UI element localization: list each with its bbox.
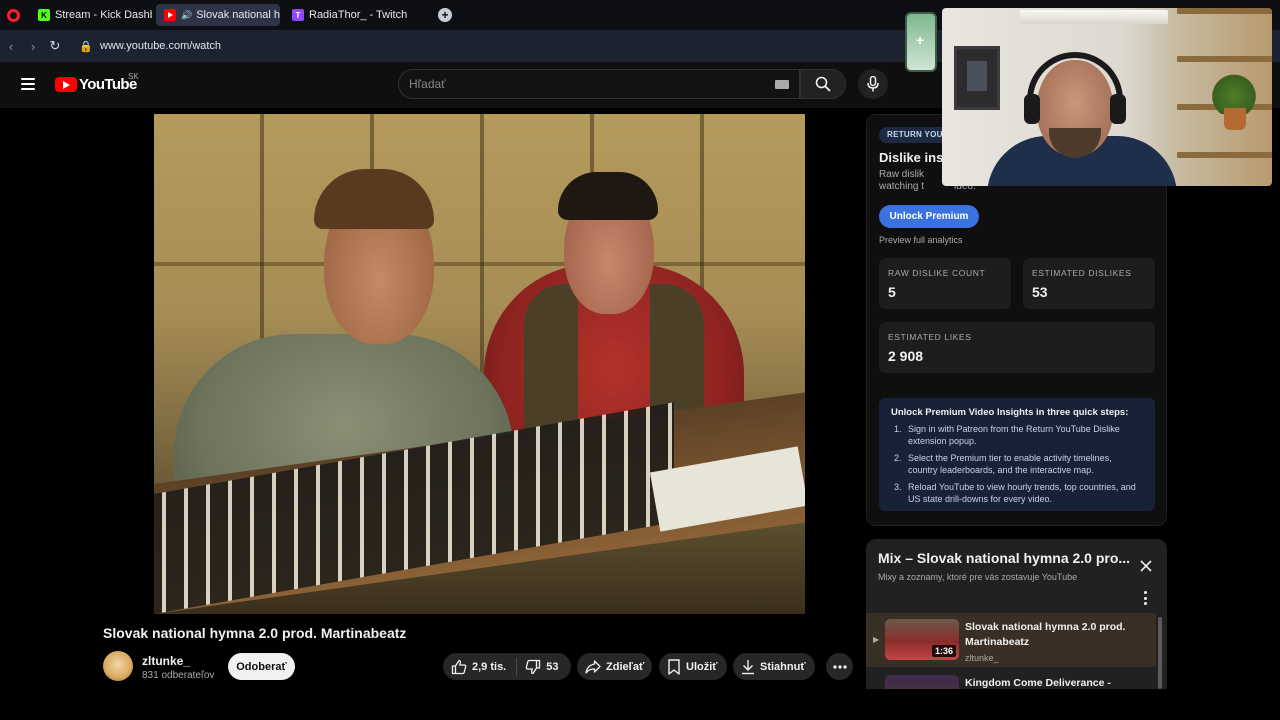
search-button[interactable] <box>800 69 846 99</box>
download-icon <box>742 659 754 674</box>
youtube-icon <box>164 9 176 21</box>
more-vertical-icon[interactable] <box>1142 591 1148 605</box>
estimated-dislikes-value: 53 <box>1032 284 1048 300</box>
menu-icon[interactable] <box>21 78 35 90</box>
mix-playlist-panel: Mix – Slovak national hymna 2.0 pro... M… <box>866 539 1167 689</box>
search-box <box>398 69 800 99</box>
light-fixture <box>1020 10 1168 24</box>
playlist-thumbnail <box>885 675 959 689</box>
new-tab-button[interactable]: + <box>438 8 452 22</box>
iv-bag-icon <box>905 12 937 72</box>
video-duration: 1:36 <box>931 645 956 657</box>
playlist-item[interactable]: ▶ 1:36 Slovak national hymna 2.0 prod. M… <box>866 613 1156 667</box>
share-icon <box>585 659 601 674</box>
share-button[interactable]: Zdieľať <box>577 653 652 680</box>
download-button[interactable]: Stiahnuť <box>733 653 815 680</box>
playlist-item-title: Kingdom Come Deliverance - <box>965 677 1111 689</box>
tab-twitch[interactable]: T RadiaThor_ - Twitch <box>284 4 410 26</box>
channel-avatar[interactable] <box>103 651 133 681</box>
video-player[interactable] <box>103 114 853 614</box>
download-label: Stiahnuť <box>760 660 806 673</box>
voice-search-button[interactable] <box>858 69 888 99</box>
mix-subtitle: Mixy a zoznamy, ktoré pre vás zostavuje … <box>878 572 1078 582</box>
steps-heading: Unlock Premium Video Insights in three q… <box>891 407 1129 418</box>
step-item: 2. Select the Premium tier to enable acti… <box>894 453 1112 475</box>
wall-picture <box>954 46 1000 110</box>
playlist-item-title: Slovak national hymna 2.0 prod. Martinab… <box>965 621 1126 648</box>
estimated-dislikes-label: ESTIMATED DISLIKES <box>1032 268 1132 278</box>
step-item: 1. Sign in with Patreon from the Return Y… <box>894 424 1120 446</box>
estimated-likes-card: ESTIMATED LIKES 2 908 <box>879 322 1155 373</box>
speaker-icon[interactable]: 🔊 <box>181 10 192 21</box>
back-icon[interactable]: ‹ <box>0 39 22 54</box>
close-icon[interactable] <box>1139 559 1153 573</box>
ryd-desc-line-2: watching t <box>879 181 925 192</box>
search-icon <box>815 76 831 92</box>
youtube-logo[interactable]: YouTube <box>55 76 137 93</box>
dislike-button[interactable]: 53 <box>521 659 559 675</box>
url-field[interactable]: www.youtube.com/watch <box>100 40 221 52</box>
twitch-icon: T <box>292 9 304 21</box>
thumbs-down-icon <box>525 659 541 674</box>
more-actions-button[interactable] <box>826 653 853 680</box>
step-item: 3. Reload YouTube to view hourly trends, … <box>894 482 1136 504</box>
tab-kick-dashboard[interactable]: K Stream - Kick Dashboard <box>30 4 152 26</box>
thumbs-up-icon <box>451 659 467 674</box>
estimated-likes-value: 2 908 <box>888 348 924 364</box>
youtube-play-icon <box>55 77 77 92</box>
share-label: Zdieľať <box>606 660 645 673</box>
region-code: SK <box>128 72 139 81</box>
video-frame <box>154 114 805 614</box>
forward-icon[interactable]: › <box>22 39 44 54</box>
subscriber-count: 831 odberateľov <box>142 670 215 681</box>
playlist-item[interactable]: Kingdom Come Deliverance - <box>866 669 1156 689</box>
playlist-item-channel: zltunke_ <box>965 653 999 663</box>
tab-label: Stream - Kick Dashboard <box>55 9 152 21</box>
now-playing-icon: ▶ <box>873 635 880 644</box>
keyboard-icon[interactable] <box>775 80 789 89</box>
video-title: Slovak national hymna 2.0 prod. Martinab… <box>103 625 407 641</box>
steps-list: 1. Sign in with Patreon from the Return Y… <box>891 424 1143 505</box>
preview-analytics-label: Preview full analytics <box>879 235 963 245</box>
subscribe-button[interactable]: Odoberať <box>228 653 295 680</box>
unlock-premium-button[interactable]: Unlock Premium <box>879 205 979 228</box>
lock-icon[interactable]: 🔒 <box>78 40 94 53</box>
like-button[interactable]: 2,9 tis. <box>443 659 506 675</box>
raw-dislike-card: RAW DISLIKE COUNT 5 <box>879 258 1011 309</box>
opera-logo-icon[interactable] <box>0 0 26 30</box>
playlist-scrollbar[interactable] <box>1158 617 1162 689</box>
like-count: 2,9 tis. <box>472 660 507 673</box>
mix-title[interactable]: Mix – Slovak national hymna 2.0 pro... <box>878 550 1130 566</box>
ryd-title: Dislike ins <box>879 150 944 165</box>
save-label: Uložiť <box>686 660 718 673</box>
tab-label: Slovak national hymn... <box>196 9 280 21</box>
tab-youtube-video[interactable]: 🔊 Slovak national hymn... <box>156 4 280 26</box>
estimated-dislikes-card: ESTIMATED DISLIKES 53 <box>1023 258 1155 309</box>
microphone-icon <box>867 76 879 92</box>
premium-steps-box: Unlock Premium Video Insights in three q… <box>879 398 1155 511</box>
kick-icon: K <box>38 9 50 21</box>
webcam-overlay <box>942 8 1272 186</box>
channel-name[interactable]: zltunke_ <box>142 654 190 668</box>
raw-dislike-label: RAW DISLIKE COUNT <box>888 268 986 278</box>
search-input[interactable] <box>409 77 759 91</box>
raw-dislike-value: 5 <box>888 284 896 300</box>
ryd-badge: RETURN YOU <box>879 127 951 143</box>
more-horizontal-icon <box>832 664 847 669</box>
like-dislike-group: 2,9 tis. 53 <box>443 653 571 680</box>
save-button[interactable]: Uložiť <box>659 653 727 680</box>
dislike-count: 53 <box>546 660 559 673</box>
playlist-thumbnail: 1:36 <box>885 619 959 660</box>
tab-label: RadiaThor_ - Twitch <box>309 9 408 21</box>
estimated-likes-label: ESTIMATED LIKES <box>888 332 972 342</box>
bookmark-icon <box>668 658 680 675</box>
reload-icon[interactable]: ↻ <box>44 38 66 54</box>
